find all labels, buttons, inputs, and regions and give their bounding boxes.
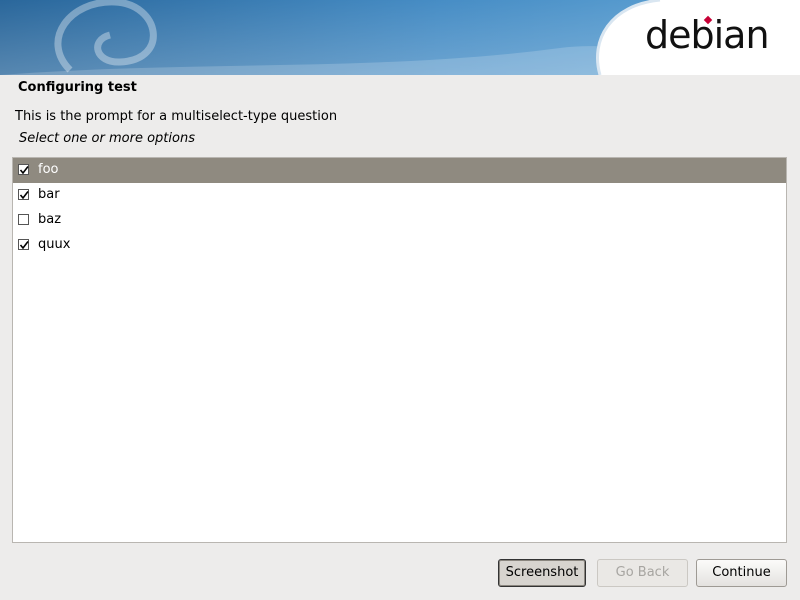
page-title: Configuring test xyxy=(18,80,137,95)
go-back-button[interactable]: Go Back xyxy=(597,559,688,587)
screenshot-button[interactable]: Screenshot xyxy=(498,559,586,587)
checkbox-baz[interactable] xyxy=(18,214,29,225)
check-mark-icon xyxy=(19,166,29,175)
checkbox-quux[interactable] xyxy=(18,239,29,250)
option-quux[interactable]: quux xyxy=(13,233,786,258)
option-baz[interactable]: baz xyxy=(13,208,786,233)
checkbox-foo[interactable] xyxy=(18,164,29,175)
option-foo[interactable]: foo xyxy=(13,158,786,183)
options-list[interactable]: foo bar baz quux xyxy=(12,157,787,543)
option-label: bar xyxy=(38,187,60,202)
checkbox-bar[interactable] xyxy=(18,189,29,200)
debian-banner: debian xyxy=(0,0,800,75)
continue-button[interactable]: Continue xyxy=(696,559,787,587)
check-mark-icon xyxy=(19,191,29,200)
check-mark-icon xyxy=(19,241,29,250)
logo-dot-icon xyxy=(703,15,713,25)
option-label: foo xyxy=(38,162,59,177)
question-prompt: This is the prompt for a multiselect-typ… xyxy=(15,109,338,124)
selection-hint: Select one or more options xyxy=(19,131,195,146)
option-label: baz xyxy=(38,212,62,227)
option-bar[interactable]: bar xyxy=(13,183,786,208)
option-label: quux xyxy=(38,237,71,252)
